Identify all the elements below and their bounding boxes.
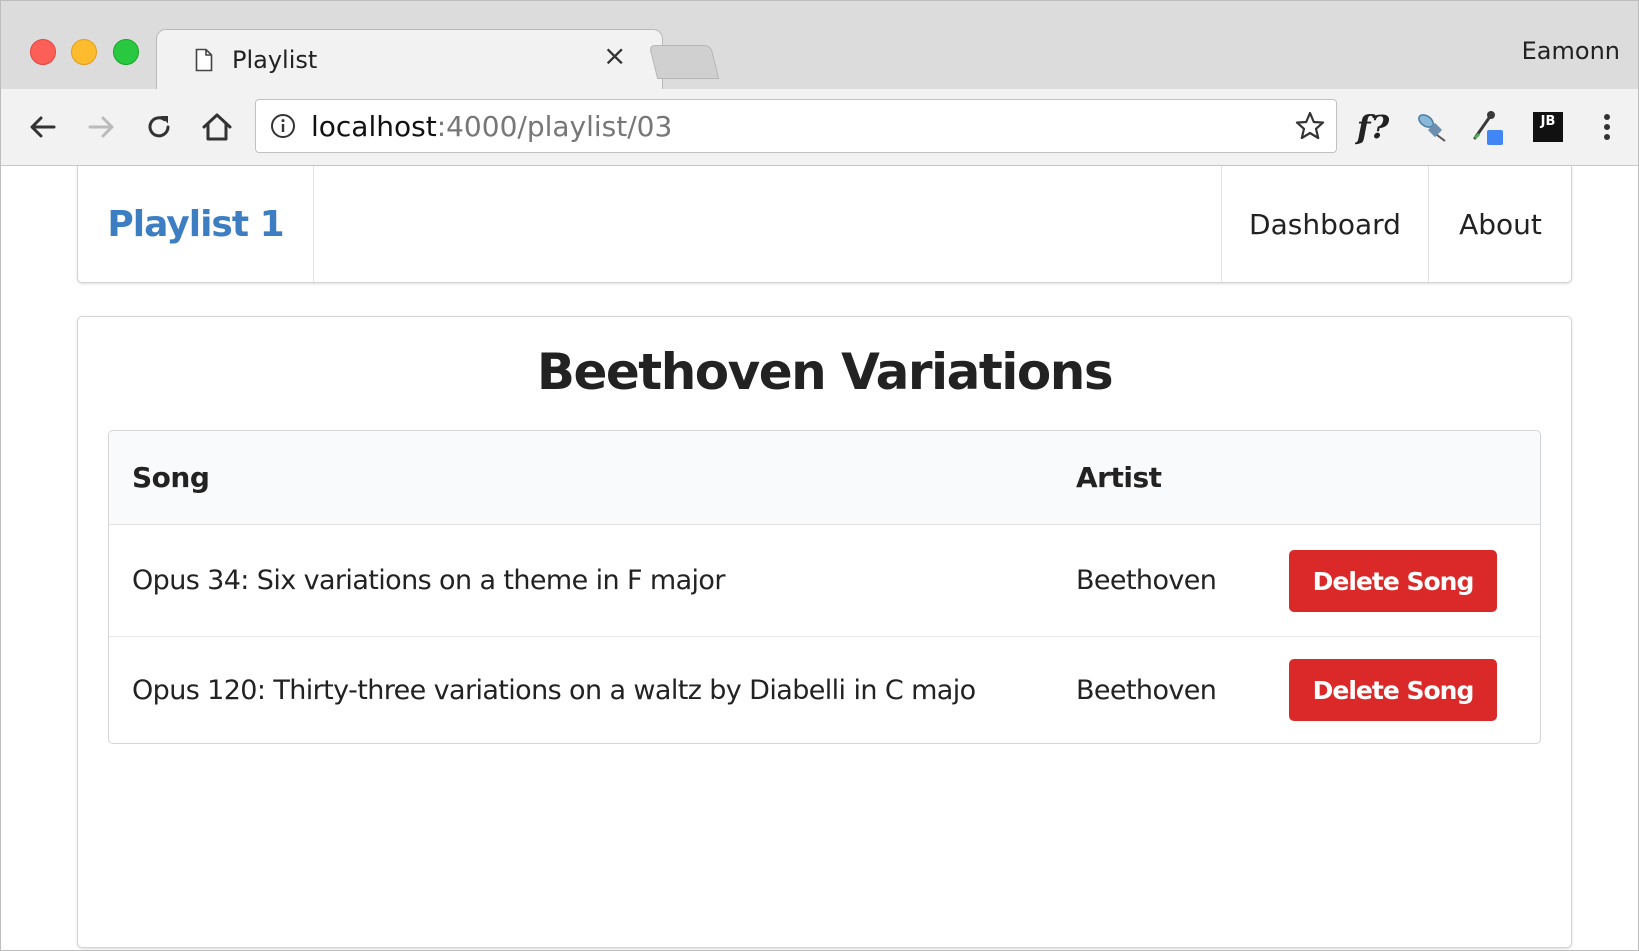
brand-link[interactable]: Playlist 1 (78, 166, 314, 282)
info-icon[interactable] (270, 113, 296, 139)
artist-cell: Beethoven (1076, 674, 1217, 706)
eyedropper-extension-icon[interactable] (1469, 105, 1509, 149)
minimize-window-button[interactable] (71, 39, 97, 65)
song-table: Song Artist Opus 34: Six variations on a… (108, 430, 1541, 744)
header-song: Song (109, 431, 1053, 525)
maximize-window-button[interactable] (113, 39, 139, 65)
page-title: Beethoven Variations (536, 343, 1114, 401)
page-content: Playlist 1 Dashboard About Beethoven Var… (1, 166, 1638, 950)
back-arrow-icon[interactable] (21, 105, 65, 149)
close-window-button[interactable] (30, 39, 56, 65)
font-extension-button[interactable]: f? (1353, 105, 1393, 149)
home-icon[interactable] (195, 105, 239, 149)
table-row: Opus 120: Thirty-three variations on a w… (109, 637, 1540, 743)
browser-toolbar: localhost:4000/playlist/03 f? JB (1, 89, 1638, 166)
delete-song-button[interactable]: Delete Song (1289, 659, 1497, 721)
jb-extension-button[interactable]: JB (1528, 105, 1568, 149)
nav-item-dashboard[interactable]: Dashboard (1221, 166, 1428, 282)
url-path: :4000/playlist/03 (436, 110, 673, 143)
tab-bar: Playlist × Eamonn (1, 1, 1638, 91)
browser-window: Playlist × Eamonn localhost:4000/playlis… (0, 0, 1639, 951)
reload-icon[interactable] (137, 105, 181, 149)
new-tab-button[interactable] (648, 45, 720, 79)
satellite-extension-icon[interactable] (1411, 105, 1451, 149)
url-text[interactable]: localhost:4000/playlist/03 (311, 110, 672, 143)
document-icon (195, 48, 213, 72)
song-cell: Opus 120: Thirty-three variations on a w… (132, 674, 976, 706)
font-extension-label: f? (1356, 108, 1390, 146)
browser-tab[interactable]: Playlist × (156, 29, 663, 91)
artist-cell: Beethoven (1053, 525, 1246, 637)
tab-close-icon[interactable]: × (603, 39, 626, 72)
nav-item-about[interactable]: About (1428, 166, 1572, 282)
top-menu: Playlist 1 Dashboard About (77, 166, 1572, 283)
url-host: localhost (311, 110, 437, 143)
menu-dots-icon[interactable] (1587, 105, 1627, 149)
profile-name[interactable]: Eamonn (1522, 37, 1620, 65)
brand-label: Playlist 1 (107, 203, 284, 245)
header-action (1246, 431, 1540, 525)
delete-song-button[interactable]: Delete Song (1289, 549, 1497, 612)
star-icon[interactable] (1294, 110, 1326, 142)
address-bar[interactable]: localhost:4000/playlist/03 (255, 99, 1337, 153)
playlist-segment: Beethoven Variations Song Artist Opus 34… (77, 316, 1572, 948)
jb-extension-label: JB (1533, 112, 1563, 142)
action-cell: Delete Song (1246, 637, 1540, 743)
song-cell: Opus 34: Six variations on a theme in F … (109, 525, 1053, 637)
header-artist: Artist (1053, 431, 1246, 525)
forward-arrow-icon[interactable] (79, 105, 123, 149)
table-row: Opus 34: Six variations on a theme in F … (109, 525, 1540, 637)
tab-title: Playlist (232, 46, 318, 74)
table-header-row: Song Artist (109, 431, 1540, 525)
action-cell: Delete Song (1246, 525, 1540, 637)
